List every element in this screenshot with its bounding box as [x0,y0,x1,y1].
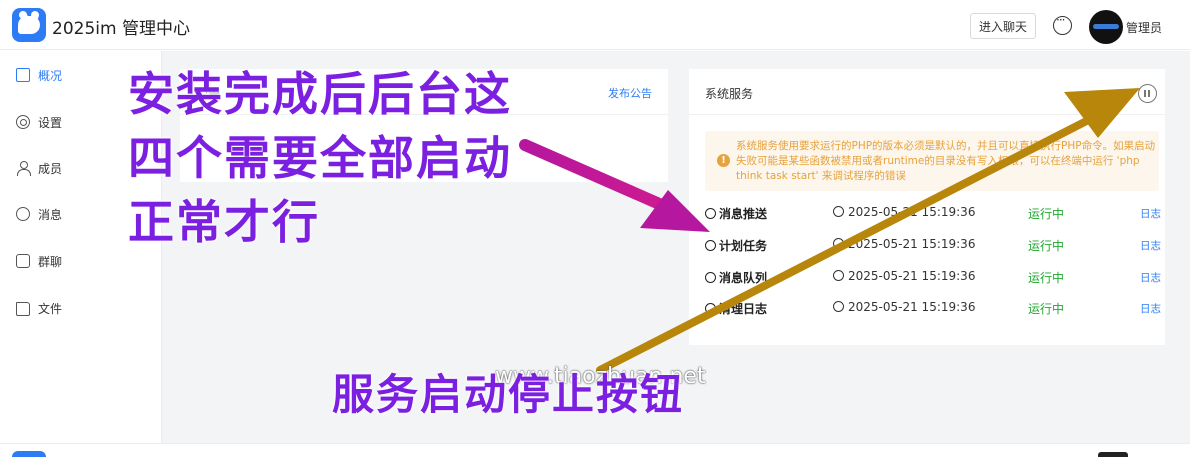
service-row: 消息推送 2025-05-21 15:19:36 运行中 日志 [705,205,1161,225]
enter-chat-button[interactable]: 进入聊天 [970,13,1036,39]
alarm-clock-icon [833,206,844,217]
alarm-clock-icon [833,238,844,249]
service-status: 运行中 [1028,239,1065,253]
alert-text: 系统服务使用要求运行的PHP的版本必须是默认的，并且可以直接执行PHP命令。如果… [736,140,1156,182]
timer-icon [705,303,716,314]
alarm-clock-icon [833,270,844,281]
service-time: 2025-05-21 15:19:36 [833,269,975,283]
annotation-text-bottom: 服务启动停止按钮 [332,370,685,419]
sidebar-item-label: 消息 [38,207,63,222]
divider [689,114,1165,115]
app-logo-icon[interactable] [12,8,46,42]
service-status: 运行中 [1028,271,1065,285]
publish-notice-link[interactable]: 发布公告 [608,85,652,101]
system-service-card: 系统服务 ! 系统服务使用要求运行的PHP的版本必须是默认的，并且可以直接执行P… [689,69,1165,345]
service-status: 运行中 [1028,207,1065,221]
bottom-window-strip [0,443,1190,457]
service-name: 清理日志 [705,300,767,317]
warning-icon: ! [717,154,730,167]
alarm-clock-icon [833,301,844,312]
sidebar-item-label: 设置 [38,115,63,130]
sidebar-item-members[interactable]: 成员 [16,158,62,178]
sidebar-item-messages[interactable]: 消息 [16,204,62,224]
service-status: 运行中 [1028,302,1065,316]
service-time: 2025-05-21 15:19:36 [833,205,975,219]
app-title: 2025im 管理中心 [52,19,190,39]
timer-icon [705,272,716,283]
service-log-link[interactable]: 日志 [1140,206,1161,221]
service-log-link[interactable]: 日志 [1140,270,1161,285]
sidebar-item-label: 文件 [38,301,63,316]
folder-icon [16,302,30,316]
chat-bubble-icon [16,207,30,221]
annotation-line-2: 四个需要全部启动 [128,131,512,185]
service-log-link[interactable]: 日志 [1140,238,1161,253]
overview-icon [16,68,30,82]
service-card-title: 系统服务 [705,87,754,101]
bottom-avatar [1098,452,1128,457]
avatar[interactable] [1089,10,1123,44]
user-icon [16,161,31,176]
sidebar-item-settings[interactable]: 设置 [16,112,62,132]
sidebar-item-groups[interactable]: 群聊 [16,251,62,271]
sidebar-item-label: 群聊 [38,254,63,269]
service-time: 2025-05-21 15:19:36 [833,300,975,314]
service-name: 消息队列 [705,269,767,286]
service-name: 计划任务 [705,237,767,254]
gear-icon [16,115,30,129]
sidebar-item-label: 成员 [38,161,63,176]
pause-service-icon[interactable] [1138,84,1157,103]
annotation-line-3: 正常才行 [128,195,320,249]
service-log-link[interactable]: 日志 [1140,301,1161,316]
service-row: 计划任务 2025-05-21 15:19:36 运行中 日志 [705,237,1161,257]
timer-icon [705,208,716,219]
service-name: 消息推送 [705,205,767,222]
service-alert: ! 系统服务使用要求运行的PHP的版本必须是默认的，并且可以直接执行PHP命令。… [705,131,1159,191]
sidebar-item-label: 概况 [38,68,63,83]
service-time: 2025-05-21 15:19:36 [833,237,975,251]
timer-icon [705,240,716,251]
bottom-app-logo-icon [12,451,46,457]
service-row: 清理日志 2025-05-21 15:19:36 运行中 日志 [705,300,1161,320]
service-row: 消息队列 2025-05-21 15:19:36 运行中 日志 [705,269,1161,289]
annotation-text-top: 安装完成后后台这 四个需要全部启动 正常才行 [128,62,512,254]
group-chat-icon [16,254,30,268]
sidebar-item-overview[interactable]: 概况 [16,65,62,85]
annotation-line-1: 安装完成后后台这 [128,67,512,121]
message-icon[interactable] [1053,13,1072,35]
sidebar-item-files[interactable]: 文件 [16,298,62,318]
top-bar: 2025im 管理中心 进入聊天 管理员 [0,0,1190,50]
admin-name[interactable]: 管理员 [1126,19,1162,36]
